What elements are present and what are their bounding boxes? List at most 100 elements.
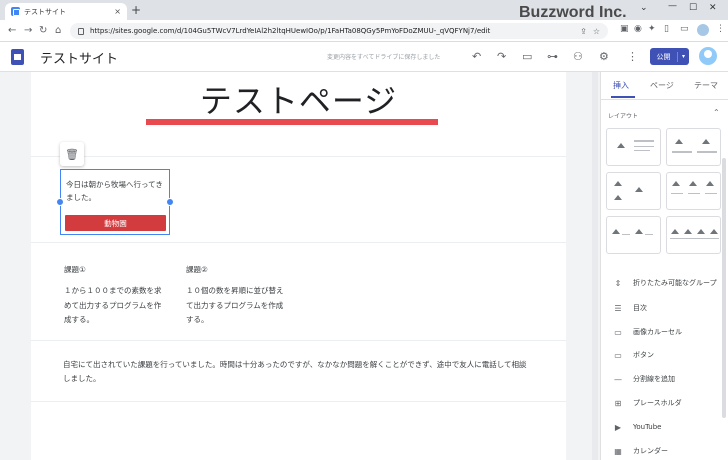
puzzle-extensions-icon[interactable]: ✦ xyxy=(648,24,656,34)
undo-icon[interactable]: ↶ xyxy=(472,50,481,64)
section-divider xyxy=(31,340,566,341)
panel-scrollbar[interactable] xyxy=(722,158,726,418)
page-title[interactable]: テストページ xyxy=(31,76,566,122)
youtube-icon: ▶ xyxy=(614,422,622,432)
col2-heading[interactable]: 課題② xyxy=(186,264,208,275)
bookmark-star-icon[interactable]: ☆ xyxy=(593,27,600,36)
extension-icon[interactable]: ▣ xyxy=(620,24,629,34)
canvas-scrollbar[interactable] xyxy=(592,72,598,460)
col1-heading[interactable]: 課題① xyxy=(64,264,86,275)
button-icon: ▭ xyxy=(614,350,622,360)
url-text: https://sites.google.com/d/104Gu5TWcV7Lr… xyxy=(90,27,491,35)
tab-close-icon[interactable]: × xyxy=(114,7,121,16)
menu-item-label: YouTube xyxy=(633,423,662,431)
maximize-button[interactable]: ☐ xyxy=(689,3,697,13)
menu-item-label: 折りたたみ可能なグループ xyxy=(633,279,717,287)
browser-menu-icon[interactable]: ⋮ xyxy=(716,24,725,34)
body-paragraph[interactable]: 自宅にて出されていた課題を行っていました。時間は十分あったのですが、なかなか問題… xyxy=(63,358,533,386)
section-divider xyxy=(31,401,566,402)
layout-tile-6[interactable] xyxy=(666,216,721,254)
preview-icon[interactable]: ▭ xyxy=(522,50,532,64)
insert-youtube[interactable]: ▶ YouTube xyxy=(601,418,721,436)
resize-handle-right[interactable] xyxy=(166,198,174,206)
side-panel-icon[interactable]: ▯ xyxy=(664,24,669,34)
page-canvas: テストページ 🗑 今日は朝から牧場へ行ってきました。 動物園 課題① １から１０… xyxy=(31,72,566,460)
insert-button[interactable]: ▭ ボタン xyxy=(601,346,721,364)
copy-link-icon[interactable]: ⊶ xyxy=(547,50,558,64)
back-button[interactable]: ← xyxy=(8,24,16,38)
menu-item-label: 目次 xyxy=(633,304,647,312)
browser-tab[interactable]: テストサイト × xyxy=(5,3,127,20)
layout-tile-3[interactable] xyxy=(606,172,661,210)
active-tab-indicator xyxy=(611,96,635,98)
tab-search-icon[interactable]: ⌄ xyxy=(640,3,648,13)
window-close-button[interactable]: ✕ xyxy=(709,3,717,13)
col2-body[interactable]: １０個の数を昇順に並び替えて出力するプログラムを作成する。 xyxy=(186,284,286,328)
collapse-chevron-icon[interactable]: ⌃ xyxy=(713,108,720,117)
lock-icon xyxy=(78,27,84,35)
layout-tile-2[interactable] xyxy=(666,128,721,166)
layout-tile-1[interactable] xyxy=(606,128,661,166)
insert-placeholder[interactable]: ⊞ プレースホルダ xyxy=(601,394,721,412)
menu-item-label: ボタン xyxy=(633,351,654,359)
browser-profile-avatar[interactable] xyxy=(697,24,709,36)
site-name[interactable]: テストサイト xyxy=(40,48,118,67)
col1-body[interactable]: １から１００までの素数を求めて出力するプログラムを作成する。 xyxy=(64,284,164,328)
layout-section-heading: レイアウト xyxy=(608,113,639,120)
menu-item-label: 分割線を追加 xyxy=(633,375,675,383)
publish-dropdown-icon[interactable]: ▾ xyxy=(678,53,689,60)
title-underline-bar xyxy=(146,119,438,125)
layout-tile-4[interactable] xyxy=(666,172,721,210)
zoo-button[interactable]: 動物園 xyxy=(65,215,166,231)
section-divider xyxy=(31,156,566,157)
resize-handle-left[interactable] xyxy=(56,198,64,206)
minimize-button[interactable]: — xyxy=(668,1,677,11)
collapsible-icon: ⇕ xyxy=(614,278,622,288)
address-bar[interactable]: https://sites.google.com/d/104Gu5TWcV7Lr… xyxy=(70,23,608,39)
placeholder-icon: ⊞ xyxy=(614,398,622,408)
forward-button[interactable]: → xyxy=(24,24,32,38)
sites-app-bar: テストサイト 変更内容をすべてドライブに保存しました ↶ ↷ ▭ ⊶ ⚇ ⚙ ⋮… xyxy=(0,42,728,72)
home-button[interactable]: ⌂ xyxy=(55,24,61,38)
panel-divider xyxy=(601,99,728,100)
insert-collapsible-group[interactable]: ⇕ 折りたたみ可能なグループ xyxy=(601,274,721,292)
menu-item-label: 画像カルーセル xyxy=(633,328,682,336)
calendar-icon: ▦ xyxy=(614,446,622,456)
insert-image-carousel[interactable]: ▭ 画像カルーセル xyxy=(601,323,721,341)
tab-themes[interactable]: テーマ xyxy=(694,80,718,91)
carousel-icon: ▭ xyxy=(614,327,622,337)
list-icon: ☰ xyxy=(614,303,622,313)
account-avatar[interactable] xyxy=(699,47,717,65)
tab-insert[interactable]: 挿入 xyxy=(613,80,629,91)
menu-item-label: プレースホルダ xyxy=(633,399,682,407)
sites-logo-icon[interactable] xyxy=(11,49,24,65)
tab-pages[interactable]: ページ xyxy=(650,80,674,91)
insert-calendar[interactable]: ▦ カレンダー xyxy=(601,442,721,460)
sites-favicon-icon xyxy=(11,7,20,16)
new-tab-button[interactable]: + xyxy=(131,3,141,17)
settings-gear-icon[interactable]: ⚙ xyxy=(599,50,609,64)
divider-icon: — xyxy=(614,374,622,384)
insert-panel: 挿入 ページ テーマ レイアウト ⌃ ⇕ 折りたたみ可能なグループ ☰ 目次 ▭… xyxy=(600,72,728,460)
selected-text-box[interactable]: 今日は朝から牧場へ行ってきました。 動物園 xyxy=(56,169,174,235)
adblock-icon[interactable]: ◉ xyxy=(634,24,642,34)
share-people-icon[interactable]: ⚇ xyxy=(573,50,583,64)
insert-divider[interactable]: — 分割線を追加 xyxy=(601,370,721,388)
delete-trash-icon[interactable]: 🗑 xyxy=(60,142,84,166)
publish-button[interactable]: 公開 ▾ xyxy=(650,48,689,65)
text-box-content[interactable]: 今日は朝から牧場へ行ってきました。 xyxy=(66,178,166,204)
save-status: 変更内容をすべてドライブに保存しました xyxy=(327,54,441,61)
section-divider xyxy=(31,242,566,243)
reload-button[interactable]: ↻ xyxy=(39,24,47,38)
tab-title: テストサイト xyxy=(24,7,66,16)
layout-tile-5[interactable] xyxy=(606,216,661,254)
download-icon[interactable]: ▭ xyxy=(680,24,689,34)
redo-icon[interactable]: ↷ xyxy=(497,50,506,64)
publish-label: 公開 xyxy=(650,51,678,62)
insert-table-of-contents[interactable]: ☰ 目次 xyxy=(601,299,721,317)
more-options-icon[interactable]: ⋮ xyxy=(627,50,638,64)
browser-toolbar: ← → ↻ ⌂ https://sites.google.com/d/104Gu… xyxy=(0,20,728,42)
menu-item-label: カレンダー xyxy=(633,447,668,455)
share-icon[interactable]: ⇪ xyxy=(580,27,587,36)
watermark: Buzzword Inc. xyxy=(519,4,627,21)
